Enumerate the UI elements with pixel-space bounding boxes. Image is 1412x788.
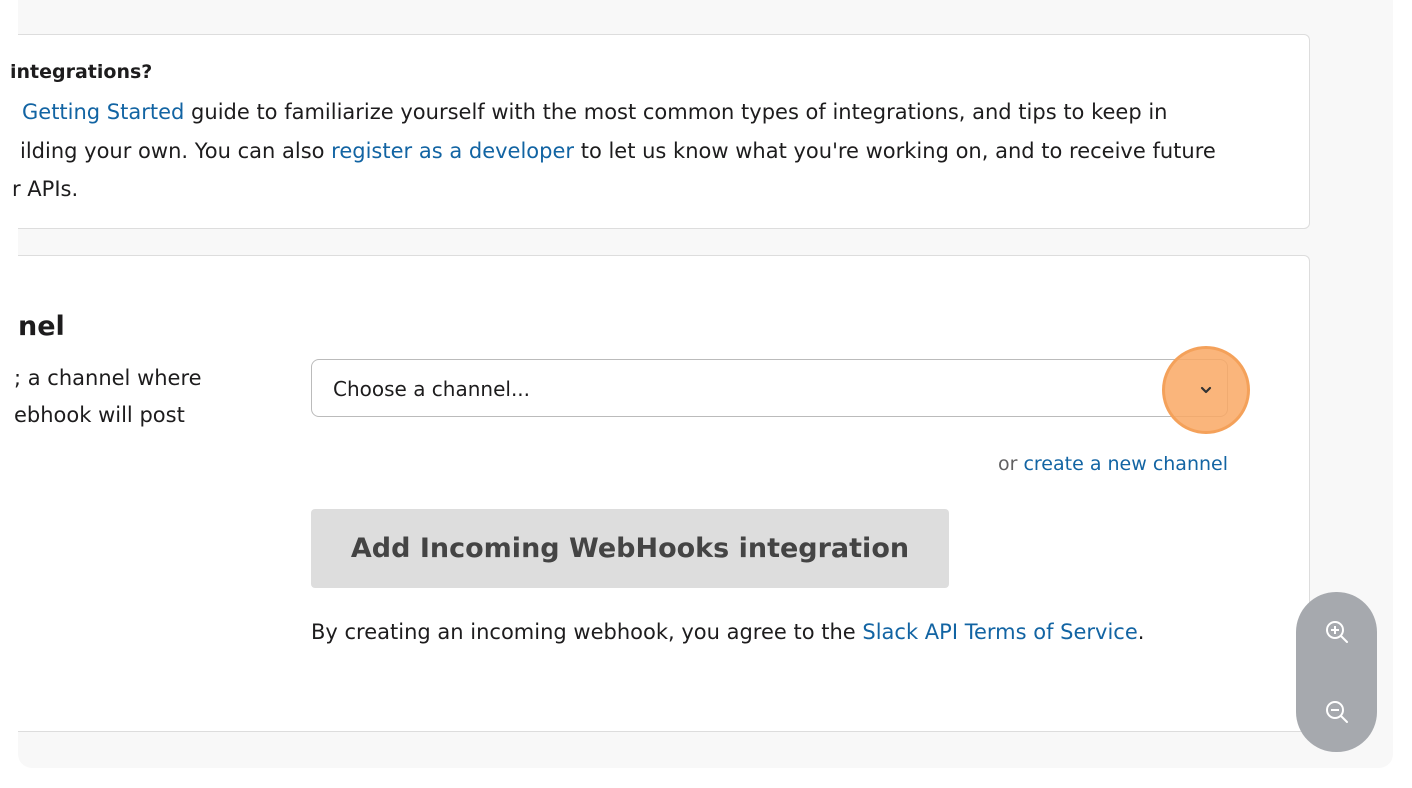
zoom-control — [1296, 592, 1377, 752]
getting-started-link[interactable]: Getting Started — [22, 100, 184, 124]
zoom-in-icon[interactable] — [1296, 592, 1377, 672]
chevron-down-icon[interactable] — [1162, 346, 1250, 434]
help-line-2: ilding your own. You can also register a… — [20, 139, 1216, 163]
help-line-3: r APIs. — [12, 177, 79, 201]
create-channel-line: or create a new channel — [997, 453, 1228, 475]
section-title: nel — [18, 311, 65, 342]
channel-card — [18, 255, 1310, 732]
zoom-out-icon[interactable] — [1296, 672, 1377, 752]
help-title: integrations? — [10, 61, 153, 83]
terms-of-service-link[interactable]: Slack API Terms of Service — [862, 620, 1137, 644]
terms-line: By creating an incoming webhook, you agr… — [311, 620, 1145, 644]
channel-select[interactable]: Choose a channel... — [311, 359, 1228, 417]
section-desc-line-2: ebhook will post — [14, 403, 185, 427]
register-developer-link[interactable]: register as a developer — [331, 139, 574, 163]
help-line-1: Getting Started guide to familiarize you… — [22, 100, 1168, 124]
section-desc-line-1: ; a channel where — [14, 366, 202, 390]
add-integration-button[interactable]: Add Incoming WebHooks integration — [311, 509, 949, 588]
create-channel-link[interactable]: create a new channel — [1023, 453, 1228, 475]
help-card — [18, 34, 1310, 229]
channel-select-placeholder: Choose a channel... — [333, 377, 531, 401]
